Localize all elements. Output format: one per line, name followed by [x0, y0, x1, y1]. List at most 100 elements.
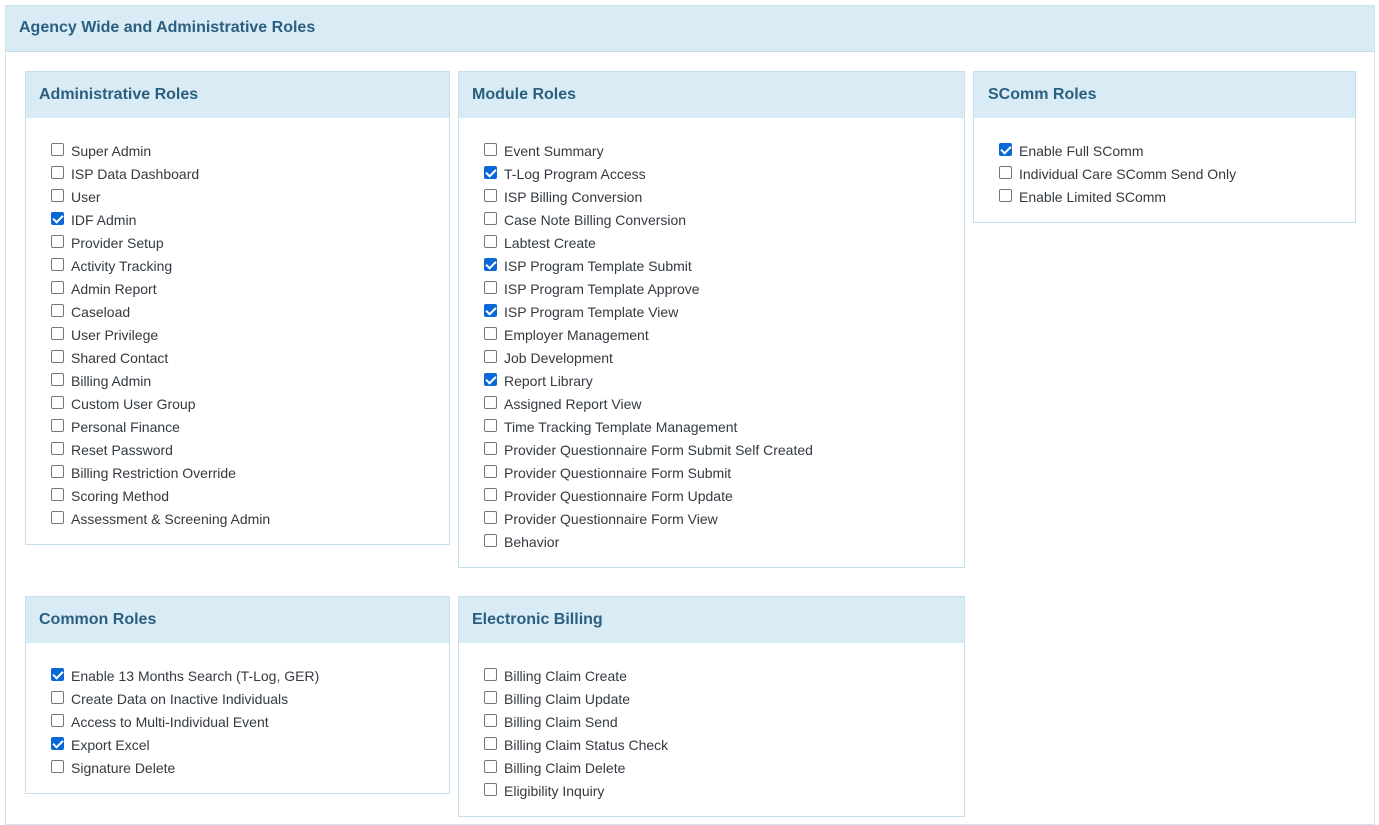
- role-item-report-library[interactable]: Report Library: [483, 369, 964, 392]
- role-item-billing-claim-delete[interactable]: Billing Claim Delete: [483, 756, 964, 779]
- role-checkbox[interactable]: [51, 760, 64, 773]
- role-item-time-tracking-template-management[interactable]: Time Tracking Template Management: [483, 415, 964, 438]
- role-label: ISP Data Dashboard: [71, 165, 200, 182]
- role-item-provider-setup[interactable]: Provider Setup: [50, 231, 449, 254]
- role-item-provider-questionnaire-form-view[interactable]: Provider Questionnaire Form View: [483, 507, 964, 530]
- role-checkbox[interactable]: [484, 235, 497, 248]
- role-item-job-development[interactable]: Job Development: [483, 346, 964, 369]
- role-item-signature-delete[interactable]: Signature Delete: [50, 756, 449, 779]
- role-item-assessment-and-screening-admin[interactable]: Assessment & Screening Admin: [50, 507, 449, 530]
- role-checkbox[interactable]: [484, 166, 497, 179]
- role-item-isp-program-template-approve[interactable]: ISP Program Template Approve: [483, 277, 964, 300]
- role-checkbox[interactable]: [51, 714, 64, 727]
- role-checkbox[interactable]: [484, 189, 497, 202]
- role-checkbox[interactable]: [51, 258, 64, 271]
- role-checkbox[interactable]: [484, 783, 497, 796]
- role-item-activity-tracking[interactable]: Activity Tracking: [50, 254, 449, 277]
- role-item-provider-questionnaire-form-submit[interactable]: Provider Questionnaire Form Submit: [483, 461, 964, 484]
- role-item-caseload[interactable]: Caseload: [50, 300, 449, 323]
- role-checkbox[interactable]: [51, 373, 64, 386]
- role-checkbox[interactable]: [51, 212, 64, 225]
- role-checkbox[interactable]: [51, 511, 64, 524]
- role-item-labtest-create[interactable]: Labtest Create: [483, 231, 964, 254]
- role-item-admin-report[interactable]: Admin Report: [50, 277, 449, 300]
- role-item-billing-admin[interactable]: Billing Admin: [50, 369, 449, 392]
- role-checkbox[interactable]: [51, 189, 64, 202]
- role-checkbox[interactable]: [51, 396, 64, 409]
- role-checkbox[interactable]: [51, 465, 64, 478]
- role-item-super-admin[interactable]: Super Admin: [50, 139, 449, 162]
- role-item-enable-limited-scomm[interactable]: Enable Limited SComm: [998, 185, 1355, 208]
- role-item-create-data-on-inactive-individuals[interactable]: Create Data on Inactive Individuals: [50, 687, 449, 710]
- role-checkbox[interactable]: [484, 488, 497, 501]
- role-checkbox[interactable]: [484, 442, 497, 455]
- role-item-behavior[interactable]: Behavior: [483, 530, 964, 553]
- role-item-personal-finance[interactable]: Personal Finance: [50, 415, 449, 438]
- role-checkbox[interactable]: [51, 488, 64, 501]
- role-item-assigned-report-view[interactable]: Assigned Report View: [483, 392, 964, 415]
- role-checkbox[interactable]: [484, 396, 497, 409]
- role-item-provider-questionnaire-form-update[interactable]: Provider Questionnaire Form Update: [483, 484, 964, 507]
- role-checkbox[interactable]: [484, 714, 497, 727]
- role-checkbox[interactable]: [484, 212, 497, 225]
- role-item-provider-questionnaire-form-submit-self-created[interactable]: Provider Questionnaire Form Submit Self …: [483, 438, 964, 461]
- role-label: User: [71, 188, 101, 205]
- role-item-billing-restriction-override[interactable]: Billing Restriction Override: [50, 461, 449, 484]
- role-item-shared-contact[interactable]: Shared Contact: [50, 346, 449, 369]
- role-checkbox[interactable]: [999, 189, 1012, 202]
- role-checkbox[interactable]: [484, 327, 497, 340]
- role-item-t-log-program-access[interactable]: T-Log Program Access: [483, 162, 964, 185]
- role-checkbox[interactable]: [51, 350, 64, 363]
- role-item-isp-program-template-submit[interactable]: ISP Program Template Submit: [483, 254, 964, 277]
- role-item-idf-admin[interactable]: IDF Admin: [50, 208, 449, 231]
- role-checkbox[interactable]: [484, 737, 497, 750]
- role-item-enable-13-months-search-t-log-ger[interactable]: Enable 13 Months Search (T-Log, GER): [50, 664, 449, 687]
- role-checkbox[interactable]: [51, 419, 64, 432]
- role-checkbox[interactable]: [51, 143, 64, 156]
- role-item-billing-claim-status-check[interactable]: Billing Claim Status Check: [483, 733, 964, 756]
- role-checkbox[interactable]: [51, 281, 64, 294]
- role-item-eligibility-inquiry[interactable]: Eligibility Inquiry: [483, 779, 964, 802]
- role-item-billing-claim-update[interactable]: Billing Claim Update: [483, 687, 964, 710]
- role-item-access-to-multi-individual-event[interactable]: Access to Multi-Individual Event: [50, 710, 449, 733]
- role-checkbox[interactable]: [484, 373, 497, 386]
- role-checkbox[interactable]: [484, 760, 497, 773]
- role-item-isp-data-dashboard[interactable]: ISP Data Dashboard: [50, 162, 449, 185]
- role-checkbox[interactable]: [484, 143, 497, 156]
- role-checkbox[interactable]: [484, 691, 497, 704]
- role-item-reset-password[interactable]: Reset Password: [50, 438, 449, 461]
- role-item-billing-claim-create[interactable]: Billing Claim Create: [483, 664, 964, 687]
- role-checkbox[interactable]: [484, 258, 497, 271]
- role-item-billing-claim-send[interactable]: Billing Claim Send: [483, 710, 964, 733]
- role-checkbox[interactable]: [484, 419, 497, 432]
- role-item-case-note-billing-conversion[interactable]: Case Note Billing Conversion: [483, 208, 964, 231]
- role-item-user[interactable]: User: [50, 185, 449, 208]
- role-checkbox[interactable]: [484, 281, 497, 294]
- role-checkbox[interactable]: [999, 143, 1012, 156]
- role-item-custom-user-group[interactable]: Custom User Group: [50, 392, 449, 415]
- role-checkbox[interactable]: [51, 737, 64, 750]
- role-checkbox[interactable]: [51, 235, 64, 248]
- role-checkbox[interactable]: [51, 668, 64, 681]
- role-item-user-privilege[interactable]: User Privilege: [50, 323, 449, 346]
- role-item-scoring-method[interactable]: Scoring Method: [50, 484, 449, 507]
- role-checkbox[interactable]: [484, 304, 497, 317]
- role-checkbox[interactable]: [51, 691, 64, 704]
- role-item-event-summary[interactable]: Event Summary: [483, 139, 964, 162]
- role-item-export-excel[interactable]: Export Excel: [50, 733, 449, 756]
- role-item-individual-care-scomm-send-only[interactable]: Individual Care SComm Send Only: [998, 162, 1355, 185]
- role-checkbox[interactable]: [484, 511, 497, 524]
- role-checkbox[interactable]: [484, 668, 497, 681]
- role-item-isp-program-template-view[interactable]: ISP Program Template View: [483, 300, 964, 323]
- role-checkbox[interactable]: [999, 166, 1012, 179]
- role-checkbox[interactable]: [51, 166, 64, 179]
- role-checkbox[interactable]: [484, 534, 497, 547]
- role-item-enable-full-scomm[interactable]: Enable Full SComm: [998, 139, 1355, 162]
- role-checkbox[interactable]: [484, 350, 497, 363]
- role-checkbox[interactable]: [484, 465, 497, 478]
- role-checkbox[interactable]: [51, 327, 64, 340]
- role-item-isp-billing-conversion[interactable]: ISP Billing Conversion: [483, 185, 964, 208]
- role-checkbox[interactable]: [51, 442, 64, 455]
- role-checkbox[interactable]: [51, 304, 64, 317]
- role-item-employer-management[interactable]: Employer Management: [483, 323, 964, 346]
